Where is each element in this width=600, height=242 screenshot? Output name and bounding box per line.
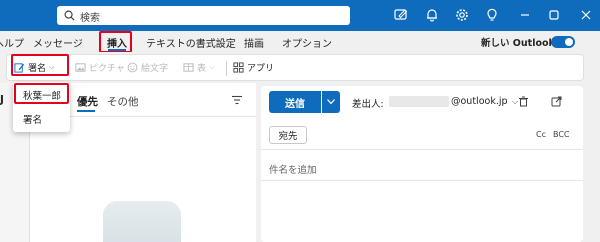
trash-icon[interactable] [518, 96, 529, 107]
filter-icon[interactable] [231, 95, 243, 105]
chevron-down-icon [327, 99, 335, 105]
menu-item-signature[interactable]: 署名 [23, 112, 42, 126]
settings-icon[interactable] [454, 7, 470, 23]
to-button[interactable]: 宛先 [269, 126, 307, 144]
divider [261, 180, 583, 181]
ribbon: 署名 ⌵ ピクチャ 絵文字 表 ⌵ アプリ [0, 52, 600, 83]
apps-label: アプリ [247, 64, 275, 74]
toggle-knob [565, 38, 573, 46]
tab-insert[interactable]: 挿入 [107, 35, 127, 50]
title-bar: 検索 [0, 0, 600, 31]
tab-help[interactable]: ヘルプ [0, 35, 24, 50]
from-domain[interactable]: @outlook.jp [451, 96, 508, 107]
emoji-button[interactable]: 絵文字 [127, 61, 168, 74]
signature-label: 署名 [28, 64, 47, 74]
search-icon [64, 10, 75, 21]
ribbon-tabs: ヘルプ メッセージ 挿入 テキストの書式設定 描画 オプション 新しい Outl… [0, 31, 600, 52]
bell-icon[interactable] [424, 7, 440, 23]
picture-label: ピクチャ [89, 64, 125, 74]
focused-tab-indicator [77, 110, 95, 112]
picture-button[interactable]: ピクチャ [75, 61, 125, 74]
pop-out-icon[interactable] [551, 96, 562, 107]
tab-draw[interactable]: 描画 [244, 35, 264, 50]
menu-item-signature-akiba[interactable]: 秋葉一郎 [23, 88, 61, 102]
tab-other[interactable]: その他 [107, 94, 139, 109]
picture-icon [75, 63, 86, 72]
tab-message[interactable]: メッセージ [33, 35, 83, 50]
signature-button[interactable]: 署名 ⌵ [14, 61, 54, 74]
nav-letter: J [0, 94, 4, 106]
compose-pane: 送信 差出人: @outlook.jp ⌵ 宛先 Cc BCC 件名を追加 [261, 86, 583, 242]
table-button[interactable]: 表 ⌵ [183, 61, 214, 74]
from-address-redacted [389, 96, 449, 107]
lightbulb-icon[interactable] [484, 7, 500, 23]
bcc-button[interactable]: BCC [553, 130, 570, 139]
search-placeholder: 検索 [80, 13, 100, 24]
table-icon [183, 63, 194, 72]
chevron-down-icon: ⌵ [49, 63, 55, 71]
close-icon[interactable] [578, 7, 594, 23]
ribbon-separator [68, 61, 69, 76]
empty-state-illustration [103, 201, 181, 242]
cc-button[interactable]: Cc [536, 130, 546, 139]
ribbon-toolbar: 署名 ⌵ ピクチャ 絵文字 表 ⌵ アプリ [6, 54, 584, 81]
from-label: 差出人: [352, 99, 384, 110]
new-outlook-label: 新しい Outlook [481, 38, 555, 49]
apps-icon [233, 62, 244, 73]
signature-icon [14, 63, 25, 73]
search-box[interactable]: 検索 [57, 6, 350, 25]
divider [261, 149, 583, 150]
ribbon-separator [226, 61, 227, 76]
table-label: 表 [197, 64, 207, 74]
emoji-label: 絵文字 [141, 64, 169, 74]
signature-menu: 秋葉一郎 署名 [13, 82, 70, 132]
chevron-down-icon: ⌵ [209, 63, 215, 71]
tab-format-text[interactable]: テキストの書式設定 [146, 35, 236, 50]
tab-focused[interactable]: 優先 [77, 94, 98, 109]
send-button[interactable]: 送信 [269, 91, 321, 113]
new-outlook-toggle[interactable] [551, 36, 575, 48]
subject-field[interactable]: 件名を追加 [269, 162, 317, 176]
send-options-button[interactable] [322, 91, 340, 113]
apps-button[interactable]: アプリ [233, 61, 274, 74]
minimize-icon[interactable] [517, 7, 533, 23]
maximize-icon[interactable] [546, 7, 562, 23]
tab-options[interactable]: オプション [282, 35, 332, 50]
emoji-icon [127, 62, 138, 73]
active-tab-indicator [108, 49, 126, 51]
compose-icon[interactable] [393, 7, 409, 23]
